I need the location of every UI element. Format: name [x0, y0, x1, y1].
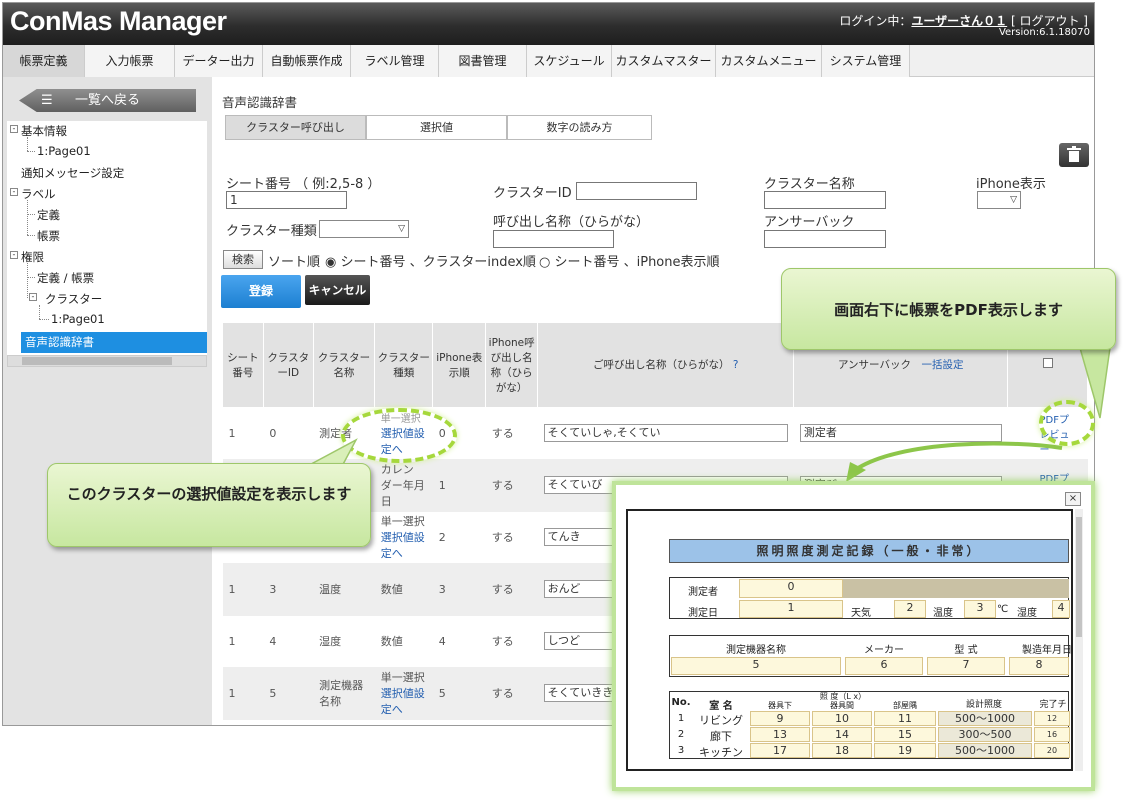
report-title: 照明照度測定記録（一般・非常）: [669, 539, 1069, 563]
close-button[interactable]: ×: [1065, 492, 1081, 506]
popup-scrollbar[interactable]: [1075, 509, 1083, 771]
callout-selection-settings: このクラスターの選択値設定を表示します: [47, 463, 371, 547]
pdf-preview-window: × 照明照度測定記録（一般・非常） 測定者 0 測定日 1 天気 2 温度 3 …: [612, 481, 1095, 791]
callout-pdf-preview: 画面右下に帳票をPDF表示します: [781, 268, 1116, 350]
report-page: 照明照度測定記録（一般・非常） 測定者 0 測定日 1 天気 2 温度 3 ℃ …: [626, 509, 1073, 771]
